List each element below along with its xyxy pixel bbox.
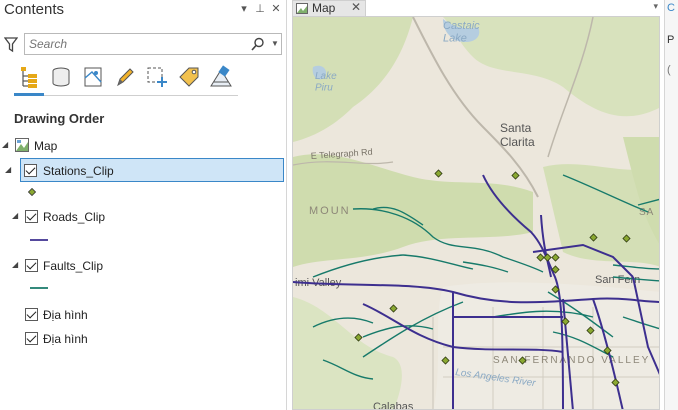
perspective-imagery-icon[interactable] bbox=[208, 64, 234, 90]
point-symbol-icon[interactable] bbox=[28, 188, 36, 196]
layer-label: Địa hình bbox=[43, 332, 88, 346]
collapse-icon[interactable]: ◢ bbox=[5, 165, 15, 174]
search-box: ▼ bbox=[24, 33, 282, 55]
close-icon[interactable]: ✕ bbox=[269, 2, 283, 15]
drawing-order-icon[interactable] bbox=[16, 64, 42, 90]
layer-visibility-checkbox[interactable] bbox=[25, 210, 38, 223]
map-label-santa-clarita: Santa Clarita bbox=[500, 121, 535, 149]
layer-visibility-checkbox[interactable] bbox=[24, 164, 37, 177]
search-dropdown-icon[interactable]: ▼ bbox=[271, 39, 279, 48]
map-node-label: Map bbox=[34, 139, 58, 153]
chevron-down-icon[interactable]: ▾ bbox=[653, 1, 658, 12]
line-symbol-icon[interactable] bbox=[30, 286, 48, 290]
collapse-icon[interactable]: ◢ bbox=[2, 140, 12, 149]
layer-label: Địa hình bbox=[43, 308, 88, 322]
map-canvas[interactable]: Castaic Lake Lake Piru Santa Clarita E Tele… bbox=[293, 17, 660, 410]
drawing-order-heading: Drawing Order bbox=[14, 111, 105, 126]
layer-row-roads[interactable]: ◢ Roads_Clip bbox=[2, 206, 282, 228]
map-label-calabasas: Calabas bbox=[373, 401, 414, 410]
map-tab-label: Map bbox=[312, 1, 336, 15]
layer-label: Roads_Clip bbox=[43, 210, 106, 224]
snapping-icon[interactable] bbox=[144, 64, 170, 90]
map-pane: Map ✕ ▾ Castaic Lake Lake Piru Santa Cla… bbox=[292, 0, 664, 410]
pane-options-icon[interactable]: ▾ bbox=[237, 2, 251, 15]
tree-map-node[interactable]: ◢ Map bbox=[2, 135, 282, 157]
contents-toolbar bbox=[14, 64, 238, 96]
map-view[interactable]: Castaic Lake Lake Piru Santa Clarita E Tele… bbox=[292, 16, 660, 410]
layer-label: Stations_Clip bbox=[43, 164, 114, 178]
layer-visibility-checkbox[interactable] bbox=[25, 259, 38, 272]
labeling-icon[interactable] bbox=[176, 64, 202, 90]
contents-pane: Contents ▾ ⊥ ✕ ▼ bbox=[0, 0, 287, 410]
right-side-pane: C P ( bbox=[664, 0, 678, 410]
selection-icon[interactable] bbox=[80, 64, 106, 90]
map-tab[interactable]: Map ✕ bbox=[292, 0, 366, 16]
line-symbol-icon[interactable] bbox=[30, 238, 48, 242]
data-source-icon[interactable] bbox=[48, 64, 74, 90]
close-icon[interactable]: ✕ bbox=[351, 0, 361, 14]
active-tab-indicator bbox=[14, 93, 44, 96]
map-icon bbox=[296, 3, 308, 14]
layer-row-basemap[interactable]: Địa hình bbox=[2, 328, 282, 350]
contents-title: Contents bbox=[4, 1, 65, 18]
layer-visibility-checkbox[interactable] bbox=[25, 308, 38, 321]
editing-pencil-icon[interactable] bbox=[112, 64, 138, 90]
right-pane-item[interactable]: ( bbox=[667, 64, 671, 76]
layer-visibility-checkbox[interactable] bbox=[25, 332, 38, 345]
map-icon bbox=[15, 138, 29, 152]
collapse-icon[interactable]: ◢ bbox=[12, 260, 22, 269]
search-row: ▼ bbox=[4, 33, 282, 55]
layer-row-basemap[interactable]: Địa hình bbox=[2, 304, 282, 326]
pin-icon[interactable]: ⊥ bbox=[253, 2, 267, 15]
right-pane-item: P bbox=[667, 34, 675, 46]
right-pane-item[interactable]: C bbox=[667, 2, 675, 14]
layer-label: Faults_Clip bbox=[43, 259, 104, 273]
collapse-icon[interactable]: ◢ bbox=[12, 211, 22, 220]
search-input[interactable] bbox=[29, 36, 239, 52]
map-label-san-fernando-valley: SAN FERNANDO VALLEY bbox=[493, 355, 650, 366]
map-label-mountains: MOUN bbox=[309, 205, 351, 217]
layer-row-faults[interactable]: ◢ Faults_Clip bbox=[2, 255, 282, 277]
filter-icon[interactable] bbox=[4, 35, 18, 53]
layer-row-stations[interactable]: ◢ Stations_Clip bbox=[5, 158, 284, 182]
search-icon[interactable] bbox=[251, 37, 265, 51]
